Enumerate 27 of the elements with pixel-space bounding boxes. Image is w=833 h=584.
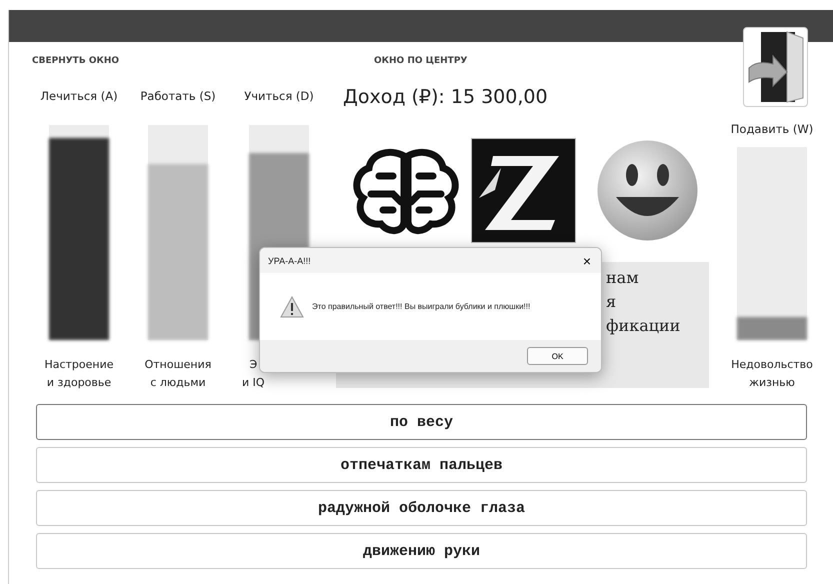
smiley-icon — [596, 139, 699, 242]
dialog-title: УРА-А-А!!! — [268, 256, 311, 266]
warning-icon — [280, 296, 304, 318]
question-text: фикации — [606, 315, 682, 337]
ok-button[interactable]: OK — [527, 347, 588, 365]
action-label[interactable]: Учиться (D) — [244, 89, 314, 105]
exit-button[interactable] — [743, 27, 808, 107]
exit-door-icon — [746, 30, 804, 104]
income-text: Доход (₽): 15 300,00 — [343, 86, 549, 110]
stat-label: Э и IQ — [242, 357, 265, 391]
answer-button[interactable]: движению руки — [36, 533, 807, 569]
action-label[interactable]: Лечиться (A) — [40, 89, 118, 105]
stat-label: Отношения с людьми — [144, 357, 212, 391]
center-window-link[interactable]: ОКНО ПО ЦЕНТРУ — [374, 56, 468, 68]
lightning-logo-icon — [471, 138, 576, 243]
minimize-window-link[interactable]: СВЕРНУТЬ ОКНО — [32, 56, 120, 68]
dialog-message: Это правильный ответ!!! Вы выиграли бублики и плюшки!!! — [312, 302, 530, 311]
answer-button[interactable]: радужной оболочке глаза — [36, 490, 807, 526]
answer-button[interactable]: отпечаткам пальцев — [36, 447, 807, 483]
stat-label: Недовольство жизнью — [731, 357, 813, 391]
action-label[interactable]: Работать (S) — [140, 89, 216, 105]
stat-label: Настроение и здоровье — [44, 357, 114, 391]
close-button[interactable]: × — [580, 254, 593, 268]
action-label[interactable]: Подавить (W) — [730, 122, 814, 138]
question-text: я — [606, 291, 618, 313]
question-text: нам — [606, 267, 640, 289]
answer-button[interactable]: по весу — [36, 404, 807, 440]
